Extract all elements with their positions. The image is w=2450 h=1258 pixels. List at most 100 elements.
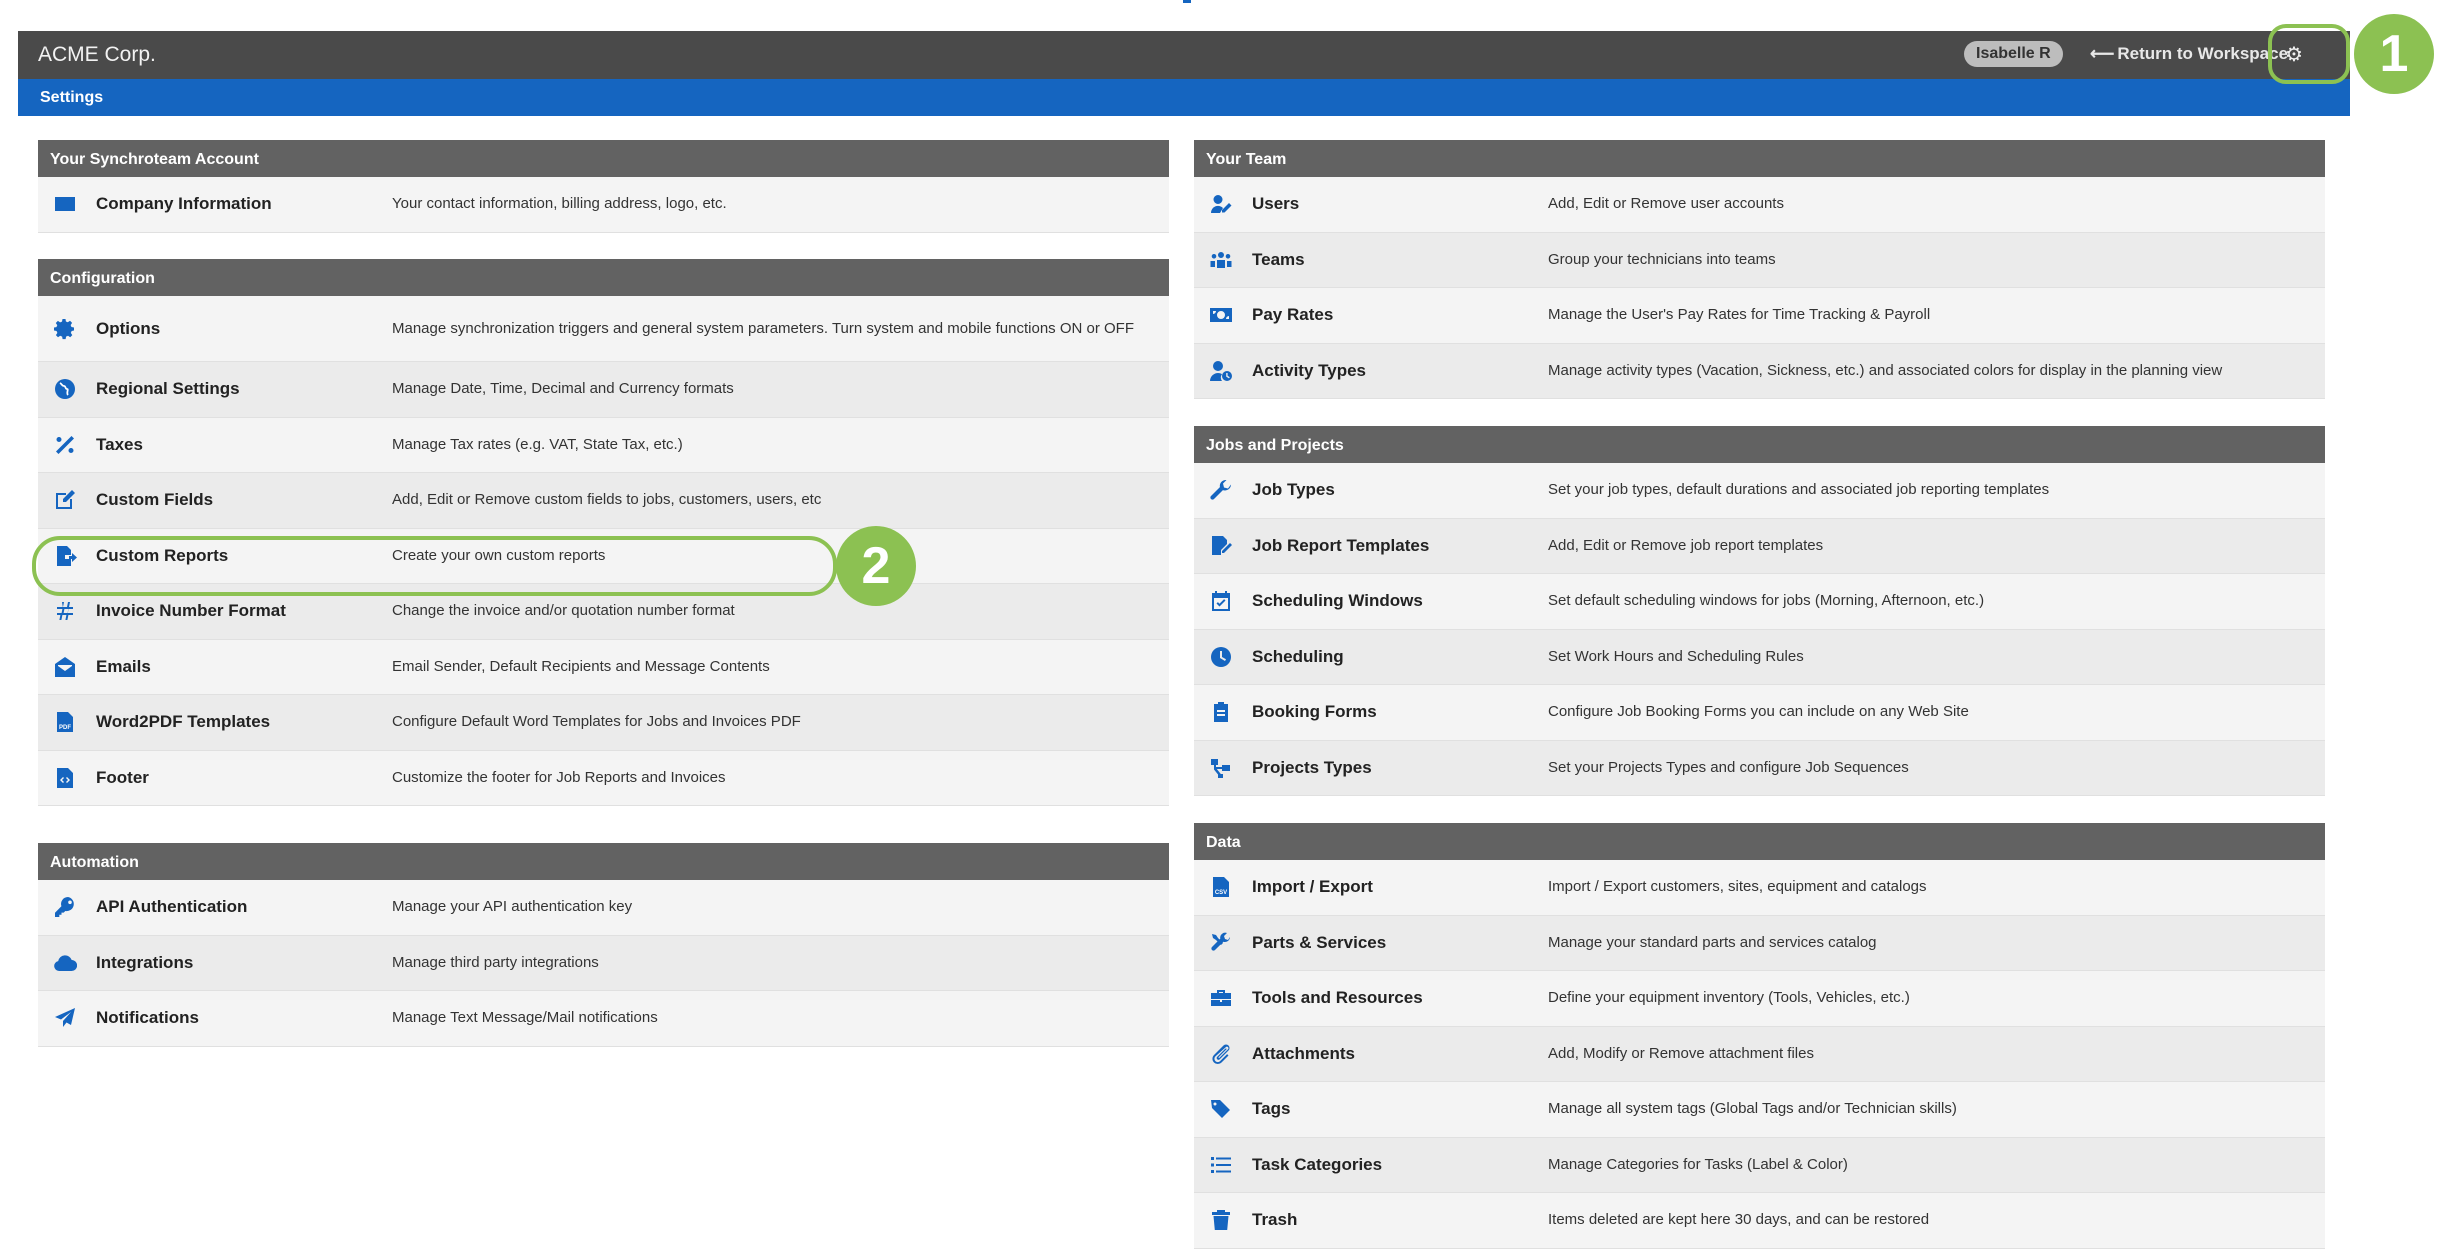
calendar-check-icon xyxy=(1208,588,1234,614)
row-title[interactable]: Parts & Services xyxy=(1252,933,1386,953)
project-diagram-icon xyxy=(1208,755,1234,781)
paper-plane-icon xyxy=(52,1005,78,1031)
row-description: Manage activity types (Vacation, Sicknes… xyxy=(1548,361,2223,379)
row-title[interactable]: Scheduling xyxy=(1252,647,1344,667)
row-title[interactable]: Trash xyxy=(1252,1210,1297,1230)
row-title[interactable]: Teams xyxy=(1252,250,1305,270)
settings-row-company-information[interactable]: Company Information Your contact informat… xyxy=(38,177,1169,233)
settings-row-attachments[interactable]: Attachments Add, Modify or Remove attachm… xyxy=(1194,1026,2325,1082)
tags-icon xyxy=(1208,1096,1234,1122)
row-title[interactable]: Regional Settings xyxy=(96,379,240,399)
csv-file-icon: CSV xyxy=(1208,874,1234,900)
row-description: Manage Text Message/Mail notifications xyxy=(392,1009,658,1027)
settings-row-import-export[interactable]: CSV Import / Export Import / Export custom… xyxy=(1194,860,2325,916)
row-title[interactable]: Scheduling Windows xyxy=(1252,591,1423,611)
settings-row-job-types[interactable]: Job Types Set your job types, default dur… xyxy=(1194,463,2325,519)
settings-row-pay-rates[interactable]: Pay Rates Manage the User's Pay Rates for… xyxy=(1194,288,2325,344)
row-description: Add, Edit or Remove custom fields to job… xyxy=(392,491,822,509)
row-title[interactable]: Footer xyxy=(96,768,149,788)
row-title[interactable]: Attachments xyxy=(1252,1044,1355,1064)
user-badge[interactable]: Isabelle R xyxy=(1964,41,2063,67)
arrow-left-icon: ⟵ xyxy=(2090,44,2115,63)
top-accent-mark xyxy=(1183,0,1191,3)
row-title[interactable]: Activity Types xyxy=(1252,361,1366,381)
row-title[interactable]: Booking Forms xyxy=(1252,702,1377,722)
settings-row-trash[interactable]: Trash Items deleted are kept here 30 days… xyxy=(1194,1193,2325,1249)
globe-icon xyxy=(52,376,78,402)
settings-row-taxes[interactable]: Taxes Manage Tax rates (e.g. VAT, State T… xyxy=(38,417,1169,473)
user-edit-icon xyxy=(1208,191,1234,217)
settings-row-invoice-number-format[interactable]: Invoice Number Format Change the invoice … xyxy=(38,584,1169,640)
settings-row-notifications[interactable]: Notifications Manage Text Message/Mail no… xyxy=(38,991,1169,1047)
row-title[interactable]: Tags xyxy=(1252,1099,1290,1119)
settings-row-tags[interactable]: Tags Manage all system tags (Global Tags … xyxy=(1194,1082,2325,1138)
row-title[interactable]: Integrations xyxy=(96,953,193,973)
row-description: Email Sender, Default Recipients and Mes… xyxy=(392,657,770,675)
file-signature-icon xyxy=(1208,533,1234,559)
section-header: Data xyxy=(1194,823,2325,860)
row-title[interactable]: Notifications xyxy=(96,1008,199,1028)
row-title[interactable]: Import / Export xyxy=(1252,877,1373,897)
settings-row-custom-reports[interactable]: Custom Reports Create your own custom rep… xyxy=(38,528,1169,584)
row-title[interactable]: Custom Reports xyxy=(96,546,228,566)
settings-row-activity-types[interactable]: Activity Types Manage activity types (Vac… xyxy=(1194,343,2325,399)
page-title: Settings xyxy=(40,89,104,106)
settings-row-footer[interactable]: Footer Customize the footer for Job Repor… xyxy=(38,750,1169,806)
row-title[interactable]: Options xyxy=(96,319,160,339)
settings-button[interactable]: ⚙ xyxy=(2276,37,2312,73)
settings-row-api-authentication[interactable]: API Authentication Manage your API authen… xyxy=(38,880,1169,936)
settings-row-integrations[interactable]: Integrations Manage third party integrati… xyxy=(38,935,1169,991)
svg-text:CSV: CSV xyxy=(1215,890,1227,896)
settings-row-options[interactable]: Options Manage synchronization triggers a… xyxy=(38,296,1169,362)
clock-icon xyxy=(1208,644,1234,670)
return-to-workspace-link[interactable]: ⟵ Return to Workspace xyxy=(2090,44,2288,64)
row-title[interactable]: Projects Types xyxy=(1252,758,1372,778)
row-title[interactable]: Pay Rates xyxy=(1252,305,1333,325)
row-description: Set default scheduling windows for jobs … xyxy=(1548,592,1985,610)
section-header: Your Team xyxy=(1194,140,2325,177)
trash-icon xyxy=(1208,1207,1234,1233)
settings-row-tools-and-resources[interactable]: Tools and Resources Define your equipment… xyxy=(1194,971,2325,1027)
row-title[interactable]: Word2PDF Templates xyxy=(96,712,270,732)
row-description: Configure Job Booking Forms you can incl… xyxy=(1548,703,1969,721)
clipboard-icon xyxy=(1208,699,1234,725)
row-title[interactable]: API Authentication xyxy=(96,897,247,917)
row-title[interactable]: Taxes xyxy=(96,435,143,455)
cloud-icon xyxy=(52,950,78,976)
id-card-icon xyxy=(52,191,78,217)
row-title[interactable]: Job Report Templates xyxy=(1252,536,1429,556)
row-title[interactable]: Emails xyxy=(96,657,151,677)
row-description: Add, Modify or Remove attachment files xyxy=(1548,1044,1814,1062)
settings-row-scheduling-windows[interactable]: Scheduling Windows Set default scheduling… xyxy=(1194,574,2325,630)
settings-row-custom-fields[interactable]: Custom Fields Add, Edit or Remove custom … xyxy=(38,473,1169,529)
pdf-file-icon: PDF xyxy=(52,709,78,735)
row-description: Manage Tax rates (e.g. VAT, State Tax, e… xyxy=(392,435,683,453)
panel-account: Your Synchroteam Account Company Informat… xyxy=(38,140,1169,233)
panel-configuration: Configuration Options Manage synchronizati… xyxy=(38,259,1169,806)
settings-row-booking-forms[interactable]: Booking Forms Configure Job Booking Forms… xyxy=(1194,685,2325,741)
row-title[interactable]: Job Types xyxy=(1252,480,1335,500)
row-title[interactable]: Tools and Resources xyxy=(1252,988,1423,1008)
settings-row-parts-services[interactable]: Parts & Services Manage your standard par… xyxy=(1194,915,2325,971)
row-title[interactable]: Custom Fields xyxy=(96,490,213,510)
row-title[interactable]: Company Information xyxy=(96,194,272,214)
settings-row-users[interactable]: Users Add, Edit or Remove user accounts xyxy=(1194,177,2325,233)
row-title[interactable]: Invoice Number Format xyxy=(96,601,286,621)
settings-row-scheduling[interactable]: Scheduling Set Work Hours and Scheduling … xyxy=(1194,629,2325,685)
row-description: Define your equipment inventory (Tools, … xyxy=(1548,989,1910,1007)
settings-row-emails[interactable]: Emails Email Sender, Default Recipients a… xyxy=(38,639,1169,695)
settings-row-regional-settings[interactable]: Regional Settings Manage Date, Time, Deci… xyxy=(38,362,1169,418)
row-title[interactable]: Task Categories xyxy=(1252,1155,1382,1175)
envelope-open-icon xyxy=(52,654,78,680)
settings-row-task-categories[interactable]: Task Categories Manage Categories for Tas… xyxy=(1194,1137,2325,1193)
row-description: Change the invoice and/or quotation numb… xyxy=(392,602,735,620)
settings-row-teams[interactable]: Teams Group your technicians into teams xyxy=(1194,232,2325,288)
settings-row-job-report-templates[interactable]: Job Report Templates Add, Edit or Remove … xyxy=(1194,518,2325,574)
settings-row-word2pdf-templates[interactable]: PDF Word2PDF Templates Configure Default W… xyxy=(38,695,1169,751)
row-description: Add, Edit or Remove job report templates xyxy=(1548,536,1824,554)
row-title[interactable]: Users xyxy=(1252,194,1299,214)
callout-badge-1: 1 xyxy=(2354,14,2434,94)
section-header: Your Synchroteam Account xyxy=(38,140,1169,177)
settings-row-projects-types[interactable]: Projects Types Set your Projects Types an… xyxy=(1194,740,2325,796)
top-bar: ACME Corp. Isabelle R ⟵ Return to Workspa… xyxy=(18,31,2350,79)
